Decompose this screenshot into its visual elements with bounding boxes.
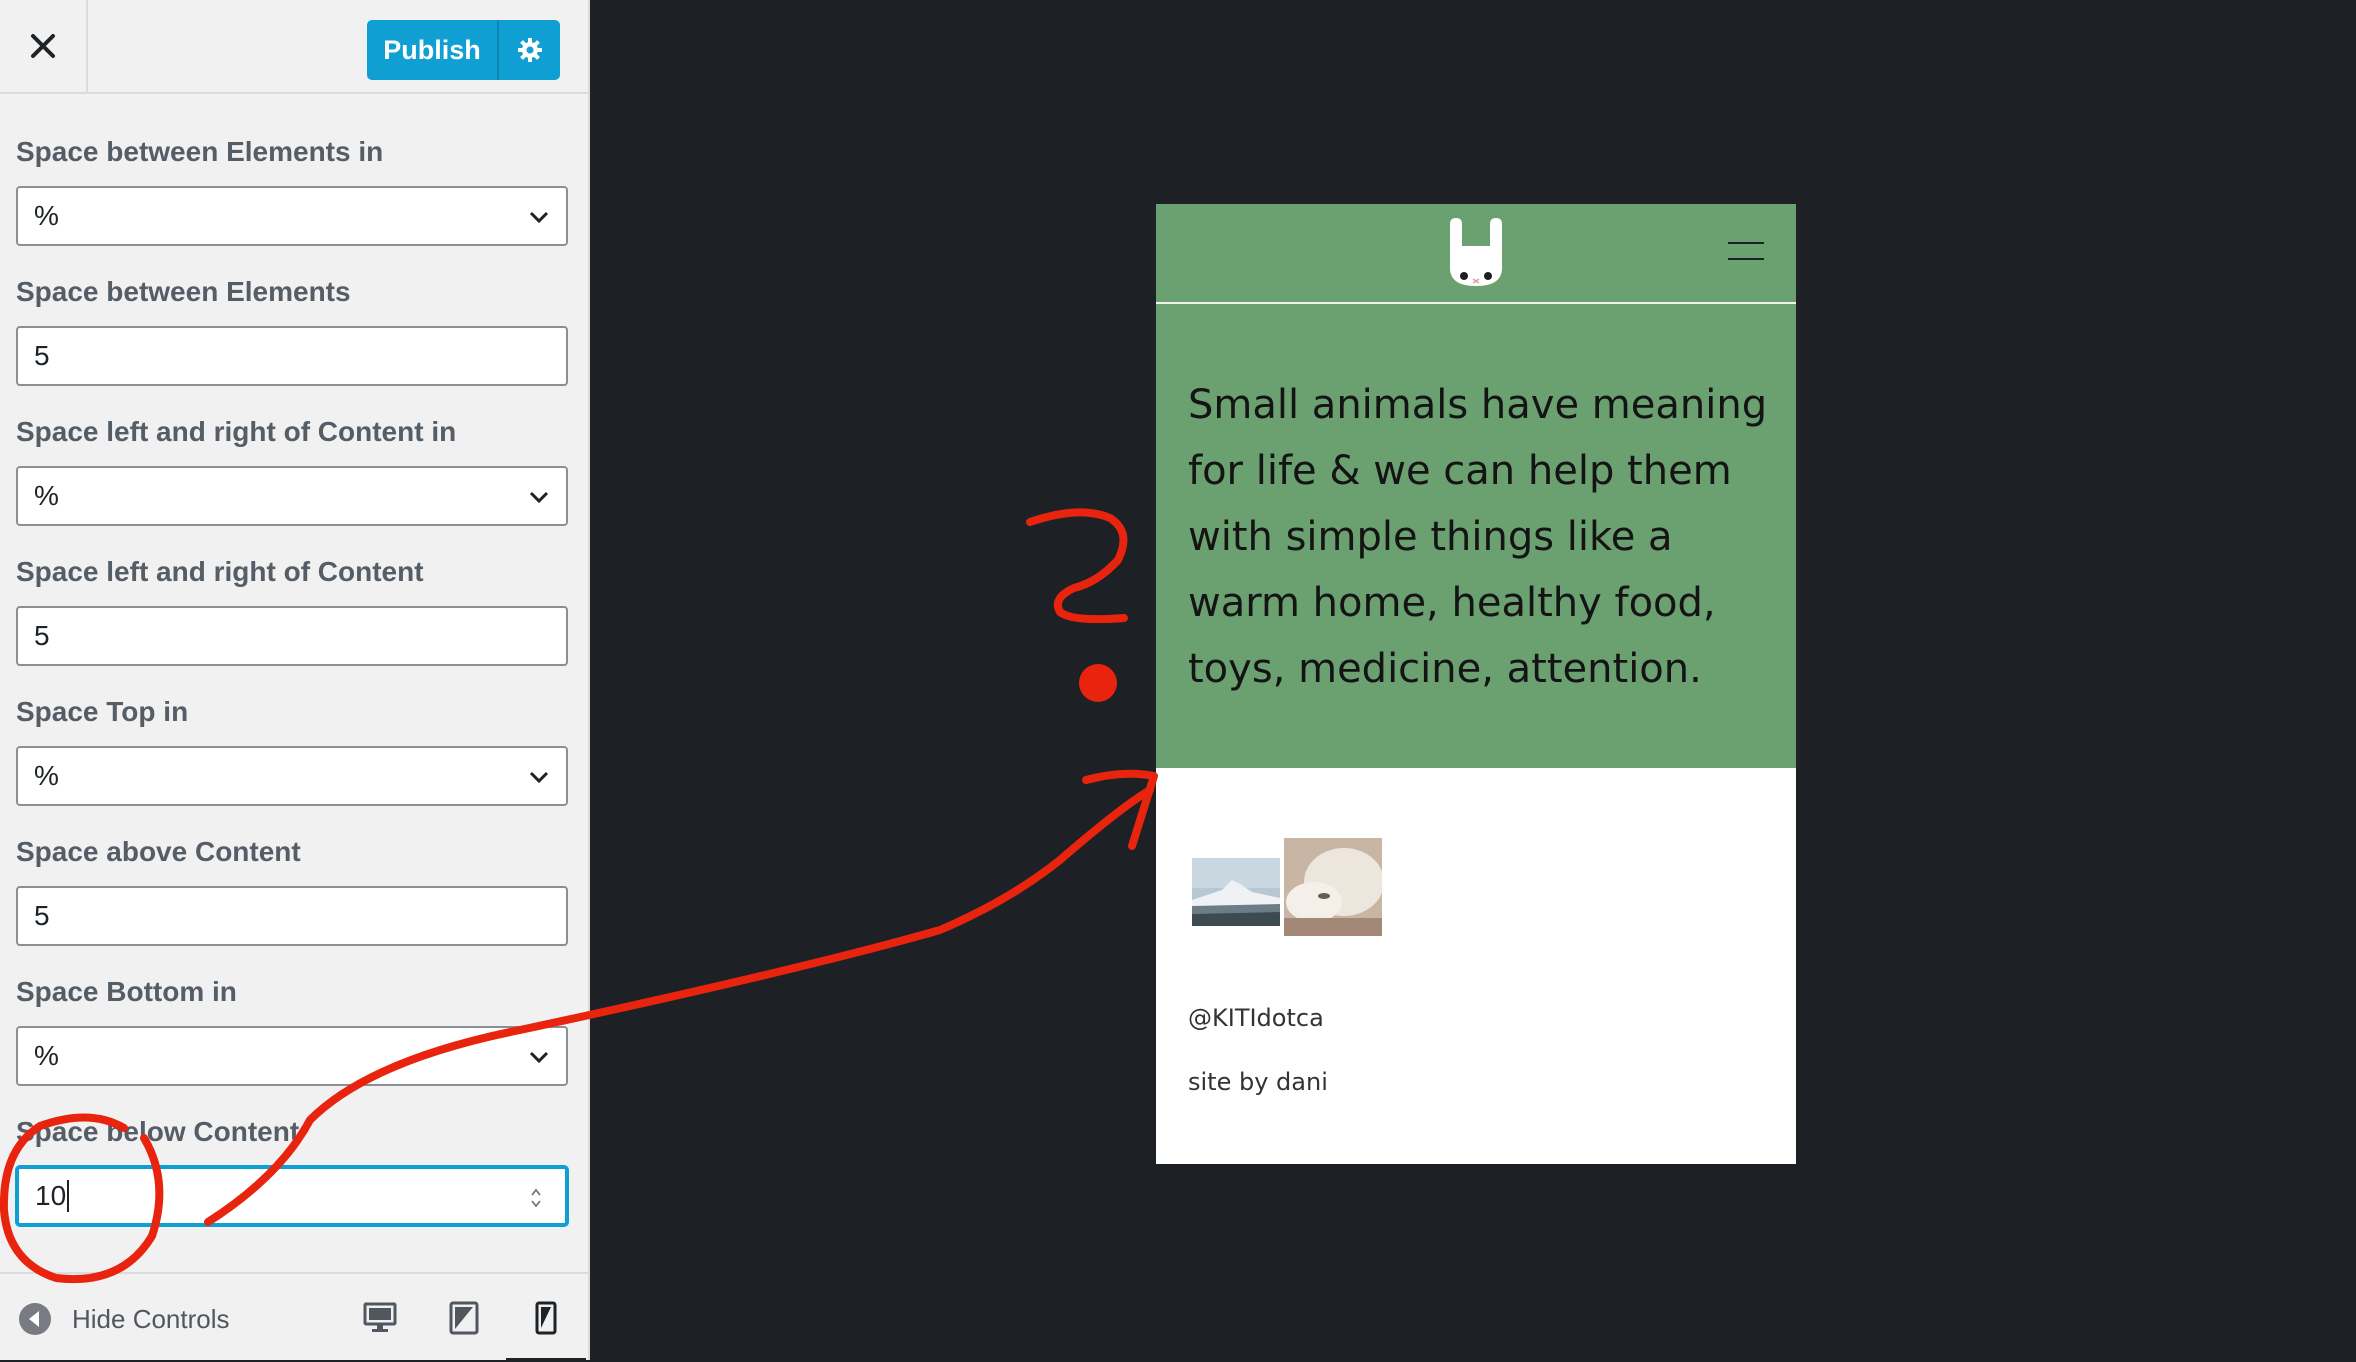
hamburger-menu-icon[interactable] — [1728, 242, 1764, 262]
input-value: 5 — [34, 340, 50, 371]
control-label: Space Top in — [16, 696, 189, 727]
select-value: % — [34, 200, 59, 231]
input-value: 5 — [34, 620, 50, 651]
chevron-down-icon — [529, 491, 549, 504]
input-value: 10 — [35, 1180, 67, 1211]
hero-text: Small animals have meaning for life & we… — [1188, 382, 1768, 692]
site-header — [1156, 204, 1796, 304]
device-tablet-button[interactable] — [438, 1296, 490, 1340]
hide-controls-label: Hide Controls — [72, 1303, 230, 1334]
mobile-icon — [535, 1301, 557, 1335]
control-label: Space left and right of Content in — [16, 416, 457, 447]
control-space-above-content: Space above Content 5 — [16, 794, 568, 946]
publish-button-group: Publish — [367, 20, 560, 80]
control-space-left-right-unit: Space left and right of Content in % — [16, 374, 568, 526]
gallery-thumbnail[interactable] — [1284, 838, 1382, 936]
control-space-between-elements-unit: Space between Elements in % — [16, 94, 568, 246]
device-desktop-button[interactable] — [354, 1296, 406, 1340]
arrow-left-circle-icon — [19, 1303, 51, 1335]
site-credit-link[interactable]: site by dani — [1188, 1068, 1328, 1096]
customizer-sidebar: Publish Space between Elements in % Spac… — [0, 0, 590, 1362]
annotation-question-mark — [1026, 508, 1128, 624]
chevron-down-icon — [529, 771, 549, 784]
control-label: Space between Elements — [16, 276, 351, 307]
chevron-down-icon — [529, 1051, 549, 1064]
hide-controls-button[interactable]: Hide Controls — [18, 1302, 230, 1336]
control-space-left-right: Space left and right of Content 5 — [16, 514, 568, 666]
close-button[interactable] — [0, 0, 88, 92]
control-label: Space below Content — [16, 1116, 300, 1147]
chevron-down-icon — [529, 211, 549, 224]
tablet-icon — [449, 1301, 479, 1335]
publish-button[interactable]: Publish — [367, 20, 499, 80]
close-icon — [31, 34, 55, 58]
control-space-below-content: Space below Content 10 — [16, 1074, 568, 1226]
bunny-logo[interactable] — [1446, 216, 1506, 288]
control-label: Space between Elements in — [16, 136, 384, 167]
control-space-top-unit: Space Top in % — [16, 654, 568, 806]
device-mobile-button[interactable] — [520, 1296, 572, 1340]
publish-settings-button[interactable] — [499, 20, 560, 80]
desktop-icon — [363, 1302, 397, 1332]
twitter-handle-link[interactable]: @KITIdotca — [1188, 1004, 1324, 1032]
sidebar-footer: Hide Controls — [0, 1272, 588, 1362]
select-value: % — [34, 1040, 59, 1071]
gallery-thumbnail[interactable] — [1192, 858, 1280, 926]
number-spinner-icon[interactable] — [529, 1185, 543, 1211]
sidebar-header: Publish — [0, 0, 588, 94]
control-space-between-elements: Space between Elements 5 — [16, 234, 568, 386]
site-preview: Small animals have meaning for life & we… — [1156, 204, 1796, 1164]
input-value: 5 — [34, 900, 50, 931]
active-device-indicator — [506, 1358, 586, 1362]
control-label: Space left and right of Content — [16, 556, 424, 587]
control-space-bottom-unit: Space Bottom in % — [16, 934, 568, 1086]
annotation-arrow-head — [1082, 769, 1158, 850]
select-value: % — [34, 760, 59, 791]
instagram-gallery — [1192, 838, 1392, 936]
annotation-question-dot — [1079, 664, 1117, 702]
space-below-content-input[interactable]: 10 — [16, 1166, 568, 1226]
control-label: Space Bottom in — [16, 976, 237, 1007]
text-caret — [67, 1180, 70, 1212]
gear-icon — [517, 38, 542, 62]
select-value: % — [34, 480, 59, 511]
hero-section: Small animals have meaning for life & we… — [1156, 304, 1796, 768]
control-label: Space above Content — [16, 836, 301, 867]
